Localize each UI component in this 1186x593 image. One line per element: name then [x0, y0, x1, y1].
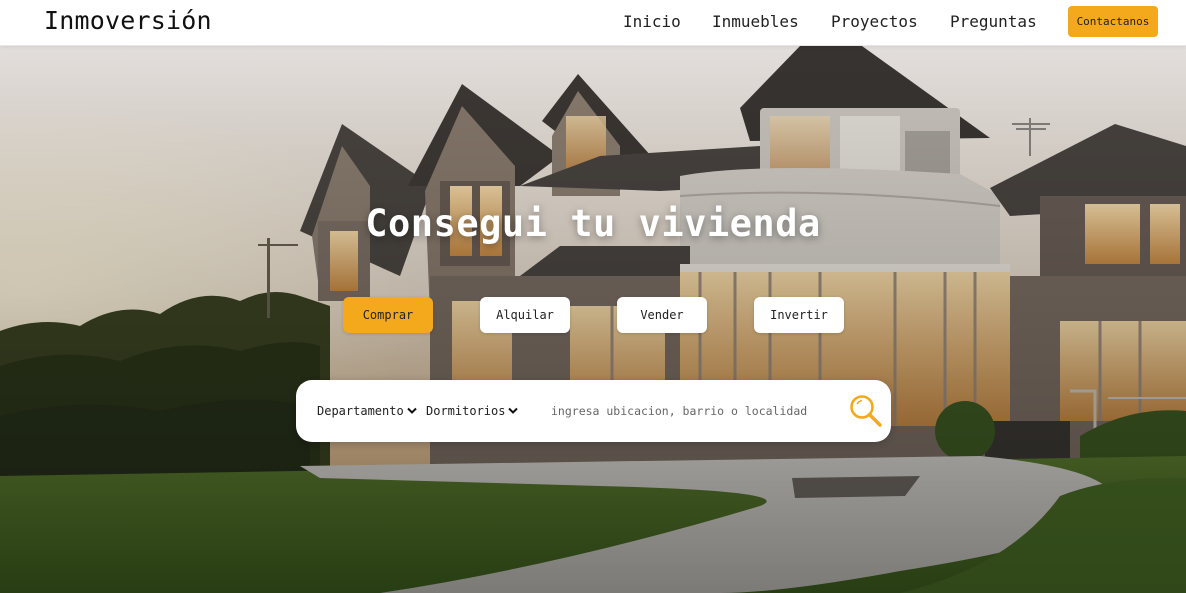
location-search-input[interactable] — [551, 400, 841, 422]
nav-link-preguntas[interactable]: Preguntas — [950, 12, 1037, 31]
operation-vender-button[interactable]: Vender — [617, 297, 707, 333]
nav-link-inmuebles[interactable]: Inmuebles — [712, 12, 799, 31]
contact-button[interactable]: Contactanos — [1068, 6, 1158, 37]
search-icon[interactable] — [849, 394, 883, 428]
nav-link-proyectos[interactable]: Proyectos — [831, 12, 918, 31]
bedrooms-value: Dormitorios — [426, 404, 506, 418]
chevron-down-icon — [406, 407, 417, 414]
bedrooms-select[interactable]: Dormitorios — [426, 404, 519, 418]
main-nav: Inicio Inmuebles Proyectos Preguntas — [0, 12, 1186, 32]
chevron-down-icon — [508, 407, 519, 414]
property-type-value: Departamento — [317, 404, 404, 418]
operation-alquilar-button[interactable]: Alquilar — [480, 297, 570, 333]
site-header: Inmoversión Inicio Inmuebles Proyectos P… — [0, 0, 1186, 46]
property-type-select[interactable]: Departamento — [317, 404, 417, 418]
property-search-bar: Departamento Dormitorios — [296, 380, 891, 442]
operation-comprar-button[interactable]: Comprar — [343, 297, 433, 333]
nav-link-inicio[interactable]: Inicio — [623, 12, 681, 31]
hero-title: Consegui tu vivienda — [365, 202, 821, 245]
hero-section: Consegui tu vivienda Comprar Alquilar Ve… — [0, 46, 1186, 593]
hero-background-house-image — [0, 46, 1186, 593]
operation-invertir-button[interactable]: Invertir — [754, 297, 844, 333]
